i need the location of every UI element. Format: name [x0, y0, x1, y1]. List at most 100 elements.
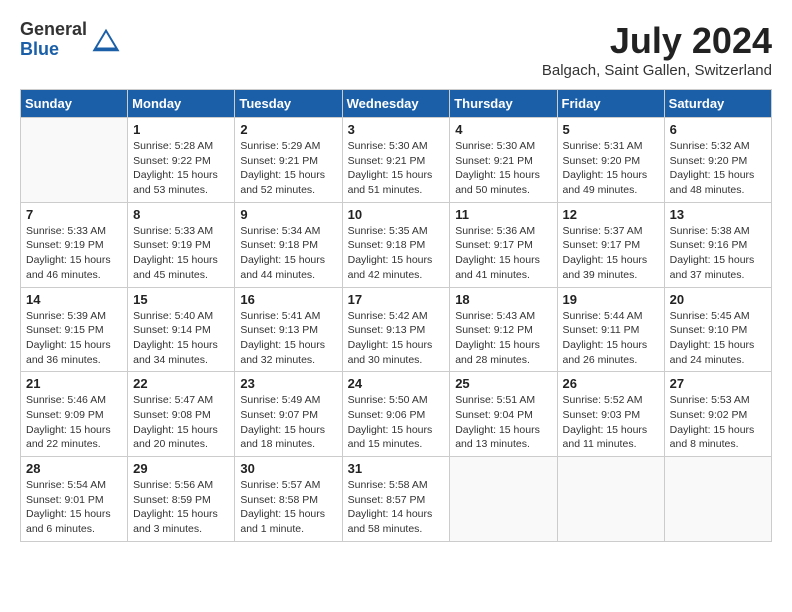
- calendar-cell: 4Sunrise: 5:30 AM Sunset: 9:21 PM Daylig…: [450, 118, 557, 203]
- day-info: Sunrise: 5:28 AM Sunset: 9:22 PM Dayligh…: [133, 139, 229, 198]
- calendar-cell: 30 Sunrise: 5:57 AM Sunset: 8:58 PM Dayli…: [235, 457, 342, 542]
- day-number: 8: [133, 207, 229, 222]
- day-number: 4: [455, 122, 551, 137]
- day-number: 12: [563, 207, 659, 222]
- calendar-cell: 15Sunrise: 5:40 AM Sunset: 9:14 PM Dayli…: [128, 287, 235, 372]
- calendar-cell: 10 Sunrise: 5:35 AM Sunset: 9:18 PM Dayli…: [342, 202, 450, 287]
- calendar-cell: 16 Sunrise: 5:41 AM Sunset: 9:13 PM Dayli…: [235, 287, 342, 372]
- day-number: 29: [133, 461, 229, 476]
- day-number: 28: [26, 461, 122, 476]
- day-info: Sunrise: 5:39 AM Sunset: 9:15 PM Dayligh…: [26, 309, 122, 368]
- logo-icon: [91, 25, 121, 55]
- day-info: Sunrise: 5:56 AM Sunset: 8:59 PM Dayligh…: [133, 478, 229, 537]
- calendar-cell: 27 Sunrise: 5:53 AM Sunset: 9:02 PM Dayli…: [664, 372, 771, 457]
- day-number: 2: [240, 122, 336, 137]
- day-number: 9: [240, 207, 336, 222]
- calendar-cell: 26 Sunrise: 5:52 AM Sunset: 9:03 PM Dayli…: [557, 372, 664, 457]
- day-number: 10: [348, 207, 445, 222]
- day-info: Sunrise: 5:40 AM Sunset: 9:14 PM Dayligh…: [133, 309, 229, 368]
- logo-general-text: General: [20, 20, 87, 40]
- calendar-cell: 29 Sunrise: 5:56 AM Sunset: 8:59 PM Dayli…: [128, 457, 235, 542]
- day-info: Sunrise: 5:30 AM Sunset: 9:21 PM Dayligh…: [348, 139, 445, 198]
- calendar-cell: 22 Sunrise: 5:47 AM Sunset: 9:08 PM Dayli…: [128, 372, 235, 457]
- day-number: 7: [26, 207, 122, 222]
- weekday-header-monday: Monday: [128, 90, 235, 118]
- weekday-header-saturday: Saturday: [664, 90, 771, 118]
- day-info: Sunrise: 5:37 AM Sunset: 9:17 PM Dayligh…: [563, 224, 659, 283]
- calendar-cell: 11 Sunrise: 5:36 AM Sunset: 9:17 PM Dayli…: [450, 202, 557, 287]
- calendar-cell: 9 Sunrise: 5:34 AM Sunset: 9:18 PM Daylig…: [235, 202, 342, 287]
- day-number: 20: [670, 292, 766, 307]
- weekday-header-tuesday: Tuesday: [235, 90, 342, 118]
- weekday-header-thursday: Thursday: [450, 90, 557, 118]
- day-info: Sunrise: 5:29 AM Sunset: 9:21 PM Dayligh…: [240, 139, 336, 198]
- day-info: Sunrise: 5:45 AM Sunset: 9:10 PM Dayligh…: [670, 309, 766, 368]
- day-number: 5: [563, 122, 659, 137]
- day-number: 6: [670, 122, 766, 137]
- day-number: 24: [348, 376, 445, 391]
- day-info: Sunrise: 5:50 AM Sunset: 9:06 PM Dayligh…: [348, 393, 445, 452]
- calendar-cell: 21 Sunrise: 5:46 AM Sunset: 9:09 PM Dayli…: [21, 372, 128, 457]
- day-info: Sunrise: 5:42 AM Sunset: 9:13 PM Dayligh…: [348, 309, 445, 368]
- week-row-5: 28 Sunrise: 5:54 AM Sunset: 9:01 PM Dayli…: [21, 457, 772, 542]
- day-info: Sunrise: 5:31 AM Sunset: 9:20 PM Dayligh…: [563, 139, 659, 198]
- day-info: Sunrise: 5:41 AM Sunset: 9:13 PM Dayligh…: [240, 309, 336, 368]
- day-number: 26: [563, 376, 659, 391]
- day-info: Sunrise: 5:53 AM Sunset: 9:02 PM Dayligh…: [670, 393, 766, 452]
- day-number: 22: [133, 376, 229, 391]
- day-number: 30: [240, 461, 336, 476]
- calendar-cell: 28 Sunrise: 5:54 AM Sunset: 9:01 PM Dayli…: [21, 457, 128, 542]
- calendar-cell: 25 Sunrise: 5:51 AM Sunset: 9:04 PM Dayli…: [450, 372, 557, 457]
- calendar-cell: 3 Sunrise: 5:30 AM Sunset: 9:21 PM Daylig…: [342, 118, 450, 203]
- day-number: 17: [348, 292, 445, 307]
- day-number: 11: [455, 207, 551, 222]
- calendar-table: SundayMondayTuesdayWednesdayThursdayFrid…: [20, 89, 772, 542]
- page-header: General Blue July 2024 Balgach, Saint Ga…: [20, 20, 772, 79]
- day-number: 27: [670, 376, 766, 391]
- weekday-header-sunday: Sunday: [21, 90, 128, 118]
- day-info: Sunrise: 5:46 AM Sunset: 9:09 PM Dayligh…: [26, 393, 122, 452]
- location-text: Balgach, Saint Gallen, Switzerland: [542, 62, 772, 79]
- day-info: Sunrise: 5:49 AM Sunset: 9:07 PM Dayligh…: [240, 393, 336, 452]
- week-row-3: 14 Sunrise: 5:39 AM Sunset: 9:15 PM Dayli…: [21, 287, 772, 372]
- weekday-header-wednesday: Wednesday: [342, 90, 450, 118]
- calendar-cell: 14 Sunrise: 5:39 AM Sunset: 9:15 PM Dayli…: [21, 287, 128, 372]
- day-number: 13: [670, 207, 766, 222]
- calendar-cell: [21, 118, 128, 203]
- day-info: Sunrise: 5:35 AM Sunset: 9:18 PM Dayligh…: [348, 224, 445, 283]
- day-info: Sunrise: 5:32 AM Sunset: 9:20 PM Dayligh…: [670, 139, 766, 198]
- calendar-cell: 19Sunrise: 5:44 AM Sunset: 9:11 PM Dayli…: [557, 287, 664, 372]
- day-number: 19: [563, 292, 659, 307]
- calendar-cell: 24 Sunrise: 5:50 AM Sunset: 9:06 PM Dayli…: [342, 372, 450, 457]
- day-number: 14: [26, 292, 122, 307]
- day-number: 3: [348, 122, 445, 137]
- calendar-cell: 18Sunrise: 5:43 AM Sunset: 9:12 PM Dayli…: [450, 287, 557, 372]
- day-info: Sunrise: 5:33 AM Sunset: 9:19 PM Dayligh…: [26, 224, 122, 283]
- day-number: 25: [455, 376, 551, 391]
- day-info: Sunrise: 5:34 AM Sunset: 9:18 PM Dayligh…: [240, 224, 336, 283]
- day-number: 16: [240, 292, 336, 307]
- day-info: Sunrise: 5:47 AM Sunset: 9:08 PM Dayligh…: [133, 393, 229, 452]
- calendar-cell: 13Sunrise: 5:38 AM Sunset: 9:16 PM Dayli…: [664, 202, 771, 287]
- day-number: 1: [133, 122, 229, 137]
- month-year-title: July 2024: [542, 20, 772, 62]
- calendar-cell: 1 Sunrise: 5:28 AM Sunset: 9:22 PM Daylig…: [128, 118, 235, 203]
- calendar-cell: 12 Sunrise: 5:37 AM Sunset: 9:17 PM Dayli…: [557, 202, 664, 287]
- day-info: Sunrise: 5:52 AM Sunset: 9:03 PM Dayligh…: [563, 393, 659, 452]
- weekday-header-row: SundayMondayTuesdayWednesdayThursdayFrid…: [21, 90, 772, 118]
- calendar-cell: 2 Sunrise: 5:29 AM Sunset: 9:21 PM Daylig…: [235, 118, 342, 203]
- calendar-cell: [664, 457, 771, 542]
- day-number: 31: [348, 461, 445, 476]
- logo: General Blue: [20, 20, 121, 60]
- calendar-cell: 23Sunrise: 5:49 AM Sunset: 9:07 PM Dayli…: [235, 372, 342, 457]
- day-info: Sunrise: 5:43 AM Sunset: 9:12 PM Dayligh…: [455, 309, 551, 368]
- day-info: Sunrise: 5:57 AM Sunset: 8:58 PM Dayligh…: [240, 478, 336, 537]
- day-info: Sunrise: 5:36 AM Sunset: 9:17 PM Dayligh…: [455, 224, 551, 283]
- day-number: 21: [26, 376, 122, 391]
- calendar-cell: 31Sunrise: 5:58 AM Sunset: 8:57 PM Dayli…: [342, 457, 450, 542]
- day-info: Sunrise: 5:54 AM Sunset: 9:01 PM Dayligh…: [26, 478, 122, 537]
- day-info: Sunrise: 5:51 AM Sunset: 9:04 PM Dayligh…: [455, 393, 551, 452]
- calendar-cell: 8Sunrise: 5:33 AM Sunset: 9:19 PM Daylig…: [128, 202, 235, 287]
- week-row-1: 1 Sunrise: 5:28 AM Sunset: 9:22 PM Daylig…: [21, 118, 772, 203]
- week-row-2: 7 Sunrise: 5:33 AM Sunset: 9:19 PM Daylig…: [21, 202, 772, 287]
